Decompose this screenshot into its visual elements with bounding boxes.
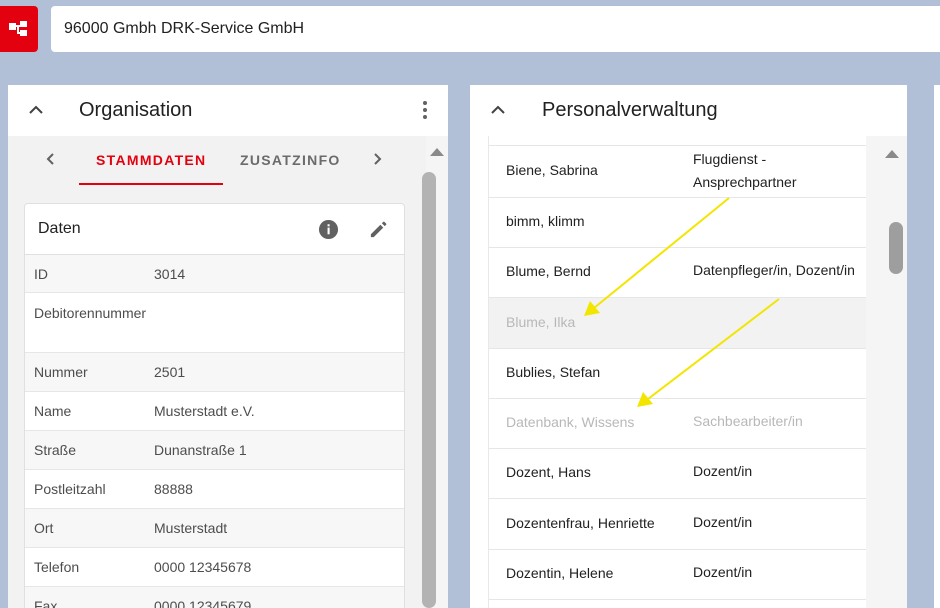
scrollbar-thumb[interactable]	[422, 172, 436, 608]
row-label: Name	[34, 403, 72, 419]
tab-bar: STAMMDATEN ZUSATZINFO	[8, 136, 426, 186]
organisation-selector[interactable]: 96000 Gmbh DRK-Service GmbH	[51, 6, 940, 52]
chevron-left-icon[interactable]	[43, 151, 59, 167]
row-label: Nummer	[34, 364, 88, 380]
list-item[interactable]: Biene, Sabrina Flugdienst - Ansprechpart…	[489, 146, 867, 198]
table-row: Straße Dunanstraße 1	[25, 431, 404, 470]
table-row: Telefon 0000 12345678	[25, 548, 404, 587]
row-value: Musterstadt	[154, 520, 228, 536]
daten-card-header: Daten	[25, 204, 404, 255]
active-tab-indicator	[79, 183, 223, 185]
person-name: Datenbank, Wissens	[506, 414, 635, 430]
daten-rows: ID 3014 Debitorennummer Nummer 2501 Name…	[25, 255, 404, 608]
organisation-panel-body: STAMMDATEN ZUSATZINFO Daten ID 3014 Debi…	[8, 136, 426, 608]
tab-zusatzinfo[interactable]: ZUSATZINFO	[240, 152, 341, 168]
scrollbar-track[interactable]	[866, 136, 907, 608]
person-name: Dozent, Hans	[506, 464, 591, 480]
list-item[interactable]: Datenbank, Wissens Sachbearbeiter/in	[489, 399, 867, 449]
person-role: Dozent/in	[693, 514, 753, 530]
scroll-up-arrow-icon[interactable]	[885, 150, 899, 158]
person-name: Biene, Sabrina	[506, 162, 598, 178]
scroll-up-arrow-icon[interactable]	[430, 148, 444, 156]
chevron-up-icon[interactable]	[488, 100, 508, 120]
organisation-name: 96000 Gmbh DRK-Service GmbH	[64, 20, 305, 37]
person-name: Blume, Bernd	[506, 263, 591, 279]
row-label: Debitorennummer	[34, 305, 147, 321]
personalverwaltung-panel: Personalverwaltung Biene, Sabrina Flugdi…	[470, 85, 907, 608]
table-row: Debitorennummer	[25, 293, 404, 353]
list-item[interactable]: Blume, Bernd Datenpfleger/in, Dozent/in	[489, 248, 867, 298]
table-row: Name Musterstadt e.V.	[25, 392, 404, 431]
scrollbar-thumb[interactable]	[889, 222, 903, 274]
app-logo[interactable]	[0, 6, 38, 52]
info-icon[interactable]	[318, 219, 339, 240]
table-row: Nummer 2501	[25, 353, 404, 392]
table-row: Fax 0000 12345679	[25, 587, 404, 608]
personalverwaltung-panel-header: Personalverwaltung	[470, 85, 907, 136]
row-label: Postleitzahl	[34, 481, 106, 497]
organisation-panel: Organisation STAMMDATEN ZUSATZINFO Daten	[8, 85, 448, 608]
row-value: Musterstadt e.V.	[154, 403, 255, 419]
list-item-partial	[489, 136, 867, 146]
row-label: Ort	[34, 520, 54, 536]
person-role: Sachbearbeiter/in	[693, 413, 803, 429]
daten-card: Daten ID 3014 Debitorennummer Nummer 250…	[24, 203, 405, 608]
tab-stammdaten[interactable]: STAMMDATEN	[96, 152, 206, 168]
panel-title: Organisation	[79, 99, 193, 121]
table-row: Ort Musterstadt	[25, 509, 404, 548]
table-row: ID 3014	[25, 255, 404, 293]
person-role: Datenpfleger/in, Dozent/in	[693, 262, 855, 278]
row-label: ID	[34, 266, 48, 282]
panel-title: Personalverwaltung	[542, 99, 718, 121]
row-label: Telefon	[34, 559, 80, 575]
row-label: Straße	[34, 442, 77, 458]
row-value: 2501	[154, 364, 186, 380]
person-name: Dozentin, Helene	[506, 565, 614, 581]
row-value: 0000 12345679	[154, 598, 252, 608]
person-role: Dozent/in	[693, 463, 753, 479]
person-role: Flugdienst - Ansprechpartner	[693, 151, 797, 190]
table-row: Postleitzahl 88888	[25, 470, 404, 509]
personal-list: Biene, Sabrina Flugdienst - Ansprechpart…	[488, 136, 867, 608]
person-name: bimm, klimm	[506, 213, 585, 229]
person-role: Dozent/in	[693, 564, 753, 580]
person-name: Bublies, Stefan	[506, 364, 601, 380]
next-panel-edge	[934, 85, 940, 608]
more-vert-icon[interactable]	[422, 100, 428, 122]
card-title: Daten	[38, 220, 81, 237]
list-item[interactable]: Dozentin, Helene Dozent/in	[489, 550, 867, 600]
chevron-right-icon[interactable]	[369, 151, 385, 167]
row-value: Dunanstraße 1	[154, 442, 247, 458]
list-item[interactable]: Dozent, Hans Dozent/in	[489, 449, 867, 499]
list-item[interactable]: Blume, Ilka	[489, 298, 867, 349]
row-label: Fax	[34, 598, 58, 608]
organisation-panel-header: Organisation	[8, 85, 448, 136]
row-value: 3014	[154, 266, 186, 282]
list-item[interactable]: Dozentenfrau, Henriette Dozent/in	[489, 499, 867, 550]
row-value: 88888	[154, 481, 193, 497]
list-item[interactable]: Bublies, Stefan	[489, 349, 867, 399]
list-item[interactable]: bimm, klimm	[489, 198, 867, 248]
chevron-up-icon[interactable]	[26, 100, 46, 120]
edit-pencil-icon[interactable]	[368, 219, 389, 240]
logo-icon	[9, 21, 27, 36]
row-value: 0000 12345678	[154, 559, 252, 575]
person-name: Blume, Ilka	[506, 314, 576, 330]
person-name: Dozentenfrau, Henriette	[506, 515, 655, 531]
